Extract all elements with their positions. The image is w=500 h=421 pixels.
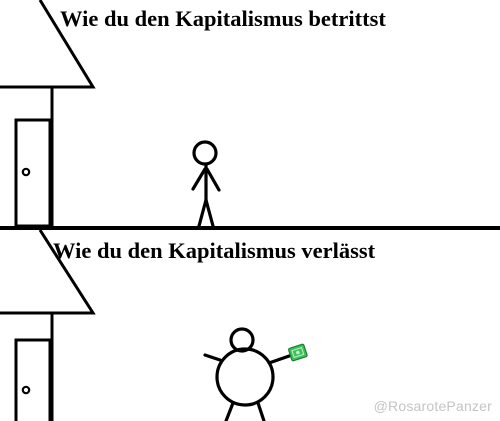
figure-arm-left <box>191 167 207 191</box>
figure-belly <box>215 347 275 407</box>
panel-enter-scene <box>0 0 221 226</box>
figure-leg-left <box>197 198 208 226</box>
figure-head <box>192 140 218 166</box>
house <box>0 0 96 226</box>
thin-stick-figure <box>191 140 221 226</box>
caption-enter: Wie du den Kapitalismus betrittst <box>60 6 386 31</box>
caption-leave: Wie du den Kapitalismus verlässt <box>53 238 376 263</box>
figure-leg-right <box>204 198 215 226</box>
door <box>14 118 52 226</box>
money-icon <box>288 343 308 362</box>
figure-leg-right <box>256 401 266 421</box>
panel-enter: Wie du den Kapitalismus betrittst <box>0 0 500 226</box>
door-knob-icon <box>21 167 31 177</box>
door-knob-icon <box>21 385 31 395</box>
door <box>14 338 52 421</box>
figure-arm-right <box>205 167 221 192</box>
panel-leave: Wie du den Kapitalismus verlässt @Rosaro… <box>0 230 500 421</box>
figure-arm-left <box>203 353 222 362</box>
figure-leg-left <box>224 401 235 421</box>
round-stick-figure <box>203 327 294 421</box>
figure-arm-right <box>267 353 294 365</box>
watermark: @RosarotePanzer <box>373 398 492 414</box>
